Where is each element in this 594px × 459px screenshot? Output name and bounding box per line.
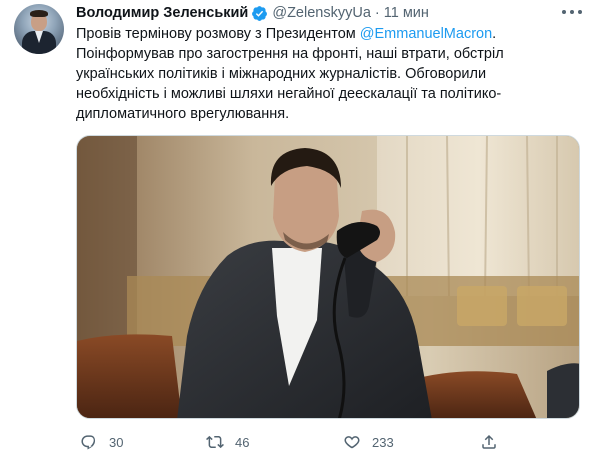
retweet-icon	[206, 435, 224, 449]
reply-count: 30	[109, 434, 124, 450]
reply-icon	[81, 435, 96, 450]
photo-chair-left	[77, 334, 182, 418]
tweet-text-segment: .	[492, 26, 497, 42]
share-icon	[482, 434, 496, 449]
tweet-header: Володимир Зеленський @ZelenskyyUa · 11 м…	[76, 3, 429, 23]
tweet-text-segment: Провів термінову розмову з Президентом	[76, 26, 360, 42]
tweet-line-4: необхідність і можливі шляхи негайної де…	[76, 86, 502, 102]
mention-link[interactable]: @EmmanuelMacron	[360, 26, 492, 42]
more-options-icon[interactable]	[562, 4, 582, 20]
reply-button[interactable]: 30	[80, 432, 123, 452]
retweet-count: 46	[235, 434, 250, 450]
like-button[interactable]: 233	[343, 432, 394, 452]
photo-figure-edge	[547, 363, 579, 418]
tweet-card[interactable]: Володимир Зеленський @ZelenskyyUa · 11 м…	[0, 0, 594, 459]
tweet-line-5: дипломатичного врегулювання.	[76, 106, 290, 122]
avatar-hair	[30, 10, 48, 17]
header-separator: ·	[374, 5, 380, 21]
tweet-timestamp[interactable]: 11 мин	[384, 5, 429, 21]
verified-badge-icon	[252, 5, 268, 21]
heart-icon	[344, 436, 360, 449]
like-count: 233	[372, 434, 394, 450]
share-button[interactable]	[480, 432, 498, 452]
author-avatar[interactable]	[14, 4, 64, 54]
more-dot	[562, 10, 566, 14]
tweet-photo[interactable]	[76, 135, 580, 419]
more-dot	[570, 10, 574, 14]
author-handle[interactable]: @ZelenskyyUa	[272, 5, 371, 21]
tweet-line-3: українських політиків і міжнародних журн…	[76, 66, 487, 82]
more-dot	[578, 10, 582, 14]
photo-illustration	[77, 136, 579, 418]
tweet-actions: 30 46 233	[76, 432, 506, 452]
retweet-button[interactable]: 46	[206, 432, 249, 452]
tweet-line-1: Провів термінову розмову з Президентом @…	[76, 24, 586, 44]
tweet-line-2: Поінформував про загострення на фронті, …	[76, 46, 504, 62]
tweet-text: Провів термінову розмову з Президентом @…	[76, 24, 586, 124]
author-name[interactable]: Володимир Зеленський	[76, 5, 248, 21]
